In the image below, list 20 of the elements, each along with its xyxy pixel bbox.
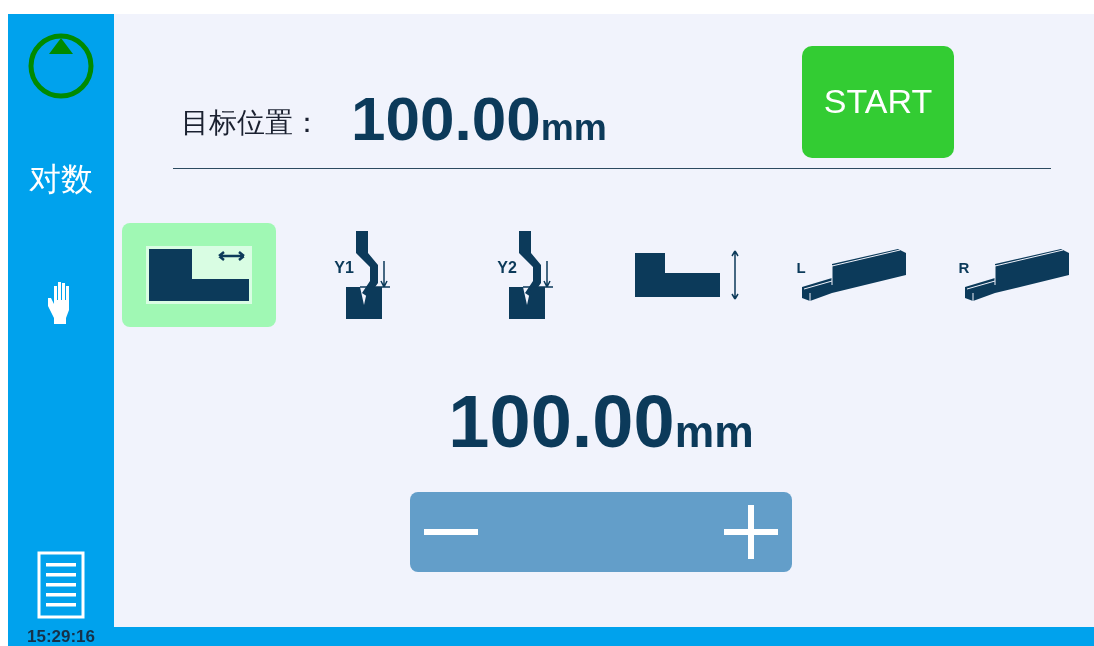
axis-label: Y2 [497, 259, 517, 277]
mode-label: 对数 [29, 159, 93, 200]
axis-label: R [958, 258, 970, 276]
target-position-value: 100.00mm [351, 83, 607, 154]
axis-tab[interactable]: Y2 [448, 223, 602, 327]
axis-tab[interactable]: Y1 [285, 223, 439, 327]
clock-time: 15:29:16 [26, 627, 96, 646]
target-position-label: 目标位置： [181, 106, 321, 140]
axis-label: L [796, 258, 806, 276]
axis-tab[interactable]: R [937, 223, 1091, 327]
current-value: 100.00mm [448, 379, 754, 464]
document-icon[interactable] [37, 551, 85, 619]
step-profile-vertical-icon [635, 249, 741, 301]
axis-tab[interactable]: L [774, 223, 928, 327]
step-profile-horizontal-icon [146, 246, 252, 304]
minus-icon [424, 529, 478, 535]
up-arrow-circle-icon[interactable] [27, 32, 95, 100]
plus-icon [724, 505, 778, 559]
axis-label: Y1 [334, 259, 354, 277]
axis-tab[interactable] [122, 223, 276, 327]
